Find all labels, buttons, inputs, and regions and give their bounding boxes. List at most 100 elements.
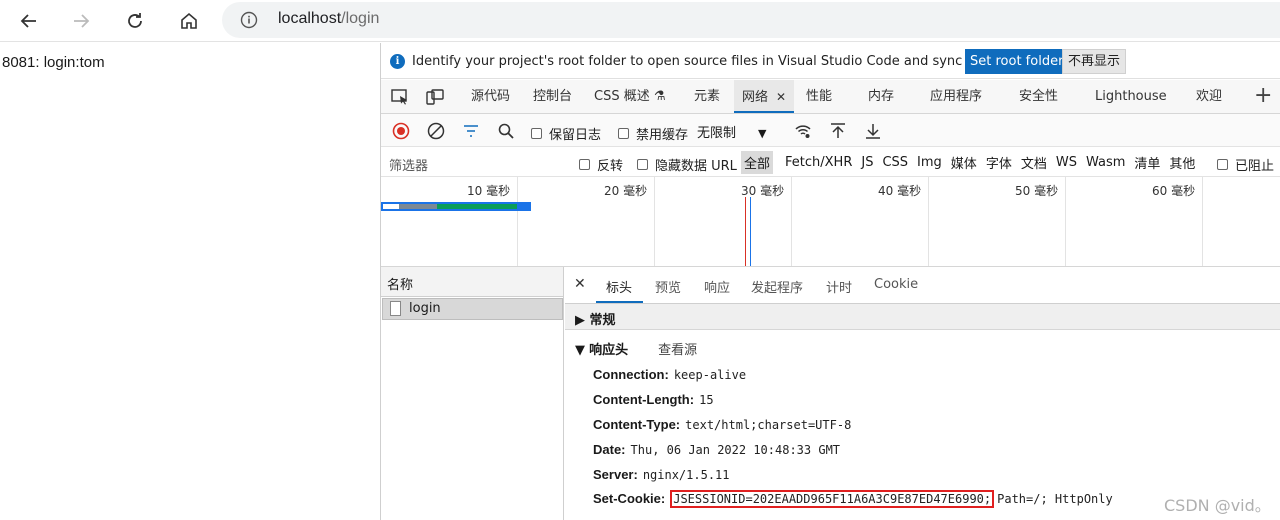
general-section-header[interactable]: ▶ 常规	[565, 304, 1280, 330]
forward-button[interactable]	[66, 6, 96, 36]
arrow-right-icon	[74, 14, 90, 28]
filter-type-wasm[interactable]: Wasm	[1086, 155, 1125, 170]
tab-network-label: 网络	[742, 90, 769, 105]
header-key: Content-Type:	[593, 417, 681, 432]
checkbox-box	[579, 159, 590, 170]
tab-application[interactable]: 应用程序	[930, 80, 982, 113]
tab-welcome[interactable]: 欢迎	[1196, 80, 1222, 113]
filter-input[interactable]: 筛选器	[389, 155, 428, 174]
refresh-icon	[128, 13, 142, 28]
export-har-button[interactable]	[863, 121, 883, 141]
request-name: login	[409, 301, 441, 316]
filter-bar: 筛选器 反转 隐藏数据 URL 全部 Fetch/XHR JS CSS Img …	[381, 147, 1280, 177]
header-key: Connection:	[593, 367, 669, 382]
close-icon[interactable]: ✕	[574, 276, 586, 292]
tab-headers[interactable]: 标头	[606, 277, 632, 296]
header-value: Thu, 06 Jan 2022 10:48:33 GMT	[630, 443, 841, 457]
triangle-right-icon: ▶	[575, 313, 585, 328]
view-source-link[interactable]: 查看源	[658, 343, 697, 358]
filter-type-manifest[interactable]: 清单	[1134, 153, 1160, 172]
domcontentloaded-line	[750, 197, 751, 266]
filter-type-font[interactable]: 字体	[986, 153, 1012, 172]
tab-css-overview[interactable]: CSS 概述 ⚗	[594, 80, 666, 113]
url-host: localhost	[278, 10, 342, 27]
disable-cache-checkbox[interactable]: 禁用缓存	[618, 124, 688, 143]
response-header-row: Content-Type: text/html;charset=UTF-8	[593, 417, 851, 432]
tab-initiator[interactable]: 发起程序	[751, 277, 803, 296]
response-header-row: Server: nginx/1.5.11	[593, 467, 730, 482]
import-har-button[interactable]	[828, 121, 848, 141]
preserve-log-label: 保留日志	[549, 128, 602, 143]
search-button[interactable]	[496, 121, 516, 141]
tab-response[interactable]: 响应	[704, 277, 730, 296]
preserve-log-checkbox[interactable]: 保留日志	[531, 124, 601, 143]
dont-show-again-button[interactable]: 不再显示	[1062, 49, 1127, 74]
timeline-tick-label: 30 毫秒	[741, 184, 785, 198]
tab-sources[interactable]: 源代码	[471, 80, 510, 113]
load-event-line	[745, 197, 746, 266]
info-icon[interactable]	[240, 11, 258, 29]
document-icon	[390, 301, 401, 316]
filter-type-ws[interactable]: WS	[1056, 155, 1077, 170]
tab-cookies[interactable]: Cookie	[874, 277, 918, 292]
set-root-folder-button[interactable]: Set root folder	[965, 49, 1069, 74]
checkbox-box	[637, 159, 648, 170]
inspect-element-icon[interactable]	[391, 89, 409, 105]
resource-type-filters: 全部 Fetch/XHR JS CSS Img 媒体 字体 文档 WS Wasm…	[741, 151, 1204, 174]
invert-label: 反转	[597, 159, 624, 174]
blocked-requests-checkbox[interactable]: 已阻止	[1217, 155, 1274, 174]
tab-elements[interactable]: 元素	[694, 80, 720, 113]
filter-type-img[interactable]: Img	[917, 155, 942, 170]
url-path: /login	[341, 10, 380, 27]
timeline-tick-label: 20 毫秒	[604, 184, 648, 198]
invert-checkbox[interactable]: 反转	[579, 155, 623, 174]
tab-preview[interactable]: 预览	[655, 277, 681, 296]
triangle-down-icon: ▼	[575, 343, 585, 358]
request-row[interactable]: login	[382, 298, 563, 320]
filter-icon	[464, 125, 478, 137]
arrow-left-icon	[20, 14, 36, 28]
tab-console[interactable]: 控制台	[533, 80, 572, 113]
header-value: 15	[699, 393, 714, 407]
header-value: text/html;charset=UTF-8	[685, 418, 852, 432]
filter-type-all[interactable]: 全部	[741, 151, 774, 174]
page-body-text: 8081: login:tom	[2, 54, 105, 71]
header-key: Server:	[593, 467, 638, 482]
filter-type-other[interactable]: 其他	[1169, 153, 1195, 172]
record-button[interactable]	[391, 121, 411, 141]
tab-lighthouse[interactable]: Lighthouse	[1095, 80, 1167, 113]
response-header-row: Connection: keep-alive	[593, 367, 746, 382]
info-icon: i	[390, 54, 405, 69]
filter-type-media[interactable]: 媒体	[951, 153, 977, 172]
header-value: nginx/1.5.11	[642, 468, 730, 482]
tab-timing[interactable]: 计时	[826, 277, 852, 296]
tab-memory[interactable]: 内存	[868, 80, 894, 113]
disable-cache-label: 禁用缓存	[636, 128, 689, 143]
tab-performance[interactable]: 性能	[806, 80, 832, 113]
device-emulation-icon[interactable]	[426, 89, 444, 105]
tab-security[interactable]: 安全性	[1019, 80, 1058, 113]
request-list-header[interactable]: 名称	[381, 267, 563, 297]
tab-network[interactable]: 网络 ✕	[734, 80, 795, 113]
filter-type-js[interactable]: JS	[861, 155, 873, 170]
page-viewport: 8081: login:tom	[0, 43, 380, 520]
wifi-settings-icon	[795, 125, 811, 138]
active-tab-underline	[596, 301, 643, 303]
filter-type-css[interactable]: CSS	[882, 155, 908, 170]
filter-type-doc[interactable]: 文档	[1021, 153, 1047, 172]
back-button[interactable]	[14, 6, 44, 36]
refresh-button[interactable]	[120, 6, 150, 36]
throttling-select[interactable]: 无限制 ▼	[697, 122, 766, 141]
close-icon[interactable]: ✕	[776, 90, 786, 104]
clear-button[interactable]	[426, 121, 446, 141]
network-conditions-button[interactable]	[793, 121, 813, 141]
watermark: CSDN @vid。	[1164, 496, 1271, 515]
filter-type-fetch-xhr[interactable]: Fetch/XHR	[785, 155, 852, 170]
home-button[interactable]	[174, 6, 204, 36]
add-tab-icon[interactable]: +	[1254, 83, 1272, 108]
hide-data-urls-checkbox[interactable]: 隐藏数据 URL	[637, 155, 737, 174]
response-headers-section-header[interactable]: ▼ 响应头 查看源	[565, 330, 1280, 360]
network-toolbar: 保留日志 禁用缓存 无限制 ▼	[381, 114, 1280, 147]
filter-toggle-button[interactable]	[461, 121, 481, 141]
address-bar[interactable]: localhost/login	[222, 2, 1280, 38]
